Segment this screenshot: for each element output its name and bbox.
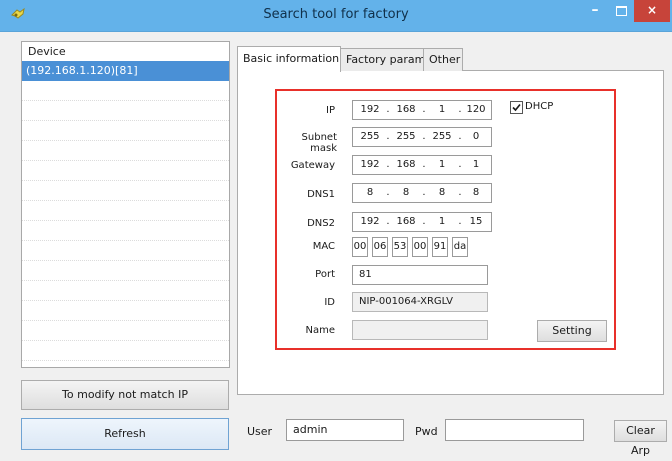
- device-list-empty-row: [22, 341, 229, 361]
- ip-octet-4[interactable]: 120: [461, 104, 491, 115]
- device-list-empty-row: [22, 81, 229, 101]
- gateway-octet-3[interactable]: 1: [427, 159, 457, 170]
- gateway-octet-1[interactable]: 192: [355, 159, 385, 170]
- close-button[interactable]: ×: [634, 0, 670, 22]
- device-list-empty-row: [22, 241, 229, 261]
- gateway-label: Gateway: [290, 160, 335, 171]
- port-label: Port: [315, 269, 335, 280]
- setting-button[interactable]: Setting: [537, 320, 607, 342]
- dns2-input[interactable]: 192. 168. 1. 15: [352, 212, 492, 232]
- subnet-mask-label: Subnet mask: [301, 132, 337, 154]
- name-field: [352, 320, 488, 340]
- pwd-label: Pwd: [415, 425, 438, 438]
- device-list-empty-row: [22, 121, 229, 141]
- gateway-octet-2[interactable]: 168: [391, 159, 421, 170]
- tab-basic-information[interactable]: Basic information: [237, 46, 341, 72]
- ip-address-input[interactable]: 192. 168. 1. 120: [352, 100, 492, 120]
- device-list-rows: (192.168.1.120)[81]: [22, 61, 229, 381]
- device-list-empty-row: [22, 321, 229, 341]
- device-list-header: Device: [28, 45, 66, 58]
- dns2-label: DNS2: [307, 218, 335, 229]
- password-input[interactable]: [445, 419, 584, 441]
- mac-byte-1[interactable]: 00: [352, 237, 368, 257]
- mac-byte-5[interactable]: 91: [432, 237, 448, 257]
- device-list-empty-row: [22, 301, 229, 321]
- device-list-empty-row: [22, 361, 229, 381]
- dns1-label: DNS1: [307, 189, 335, 200]
- tab-other[interactable]: Other: [423, 48, 463, 71]
- mac-byte-2[interactable]: 06: [372, 237, 388, 257]
- subnet-octet-2[interactable]: 255: [391, 131, 421, 142]
- dns1-octet-3[interactable]: 8: [427, 187, 457, 198]
- device-list-empty-row: [22, 141, 229, 161]
- dns1-input[interactable]: 8. 8. 8. 8: [352, 183, 492, 203]
- ip-octet-1[interactable]: 192: [355, 104, 385, 115]
- port-input[interactable]: 81: [352, 265, 488, 285]
- name-label: Name: [305, 325, 335, 336]
- user-input[interactable]: admin: [286, 419, 404, 441]
- dns2-octet-2[interactable]: 168: [391, 216, 421, 227]
- id-field: NIP-001064-XRGLV: [352, 292, 488, 312]
- dhcp-label: DHCP: [525, 101, 554, 112]
- device-list-empty-row: [22, 261, 229, 281]
- subnet-octet-1[interactable]: 255: [355, 131, 385, 142]
- subnet-mask-input[interactable]: 255. 255. 255. 0: [352, 127, 492, 147]
- ip-octet-3[interactable]: 1: [427, 104, 457, 115]
- dns1-octet-2[interactable]: 8: [391, 187, 421, 198]
- mac-byte-4[interactable]: 00: [412, 237, 428, 257]
- device-list[interactable]: Device (192.168.1.120)[81]: [21, 41, 230, 381]
- dns2-octet-3[interactable]: 1: [427, 216, 457, 227]
- mac-label: MAC: [312, 241, 335, 252]
- dns1-octet-1[interactable]: 8: [355, 187, 385, 198]
- ip-label: IP: [326, 105, 335, 116]
- title-bar: Search tool for factory – ×: [0, 0, 672, 32]
- dns2-octet-4[interactable]: 15: [461, 216, 491, 227]
- dns1-octet-4[interactable]: 8: [461, 187, 491, 198]
- device-list-empty-row: [22, 281, 229, 301]
- window-title: Search tool for factory: [263, 7, 409, 22]
- modify-ip-button[interactable]: To modify not match IP: [21, 380, 229, 410]
- checkbox-checked-icon: [510, 101, 523, 114]
- clear-arp-button[interactable]: Clear Arp: [614, 420, 667, 457]
- device-list-empty-row: [22, 181, 229, 201]
- mac-byte-6[interactable]: da: [452, 237, 468, 257]
- gateway-octet-4[interactable]: 1: [461, 159, 491, 170]
- device-list-empty-row: [22, 101, 229, 121]
- refresh-button[interactable]: Refresh: [21, 418, 229, 450]
- device-list-empty-row: [22, 161, 229, 181]
- device-list-empty-row: [22, 221, 229, 241]
- subnet-octet-4[interactable]: 0: [461, 131, 491, 142]
- mac-byte-3[interactable]: 53: [392, 237, 408, 257]
- minimize-button[interactable]: –: [582, 0, 608, 22]
- gateway-input[interactable]: 192. 168. 1. 1: [352, 155, 492, 175]
- dns2-octet-1[interactable]: 192: [355, 216, 385, 227]
- maximize-icon: [615, 6, 627, 16]
- tab-factory-param[interactable]: Factory param: [340, 48, 426, 71]
- maximize-button[interactable]: [608, 0, 634, 22]
- id-label: ID: [324, 297, 335, 308]
- ip-octet-2[interactable]: 168: [391, 104, 421, 115]
- device-list-item[interactable]: (192.168.1.120)[81]: [22, 61, 229, 81]
- device-list-empty-row: [22, 201, 229, 221]
- subnet-octet-3[interactable]: 255: [427, 131, 457, 142]
- user-label: User: [247, 425, 273, 438]
